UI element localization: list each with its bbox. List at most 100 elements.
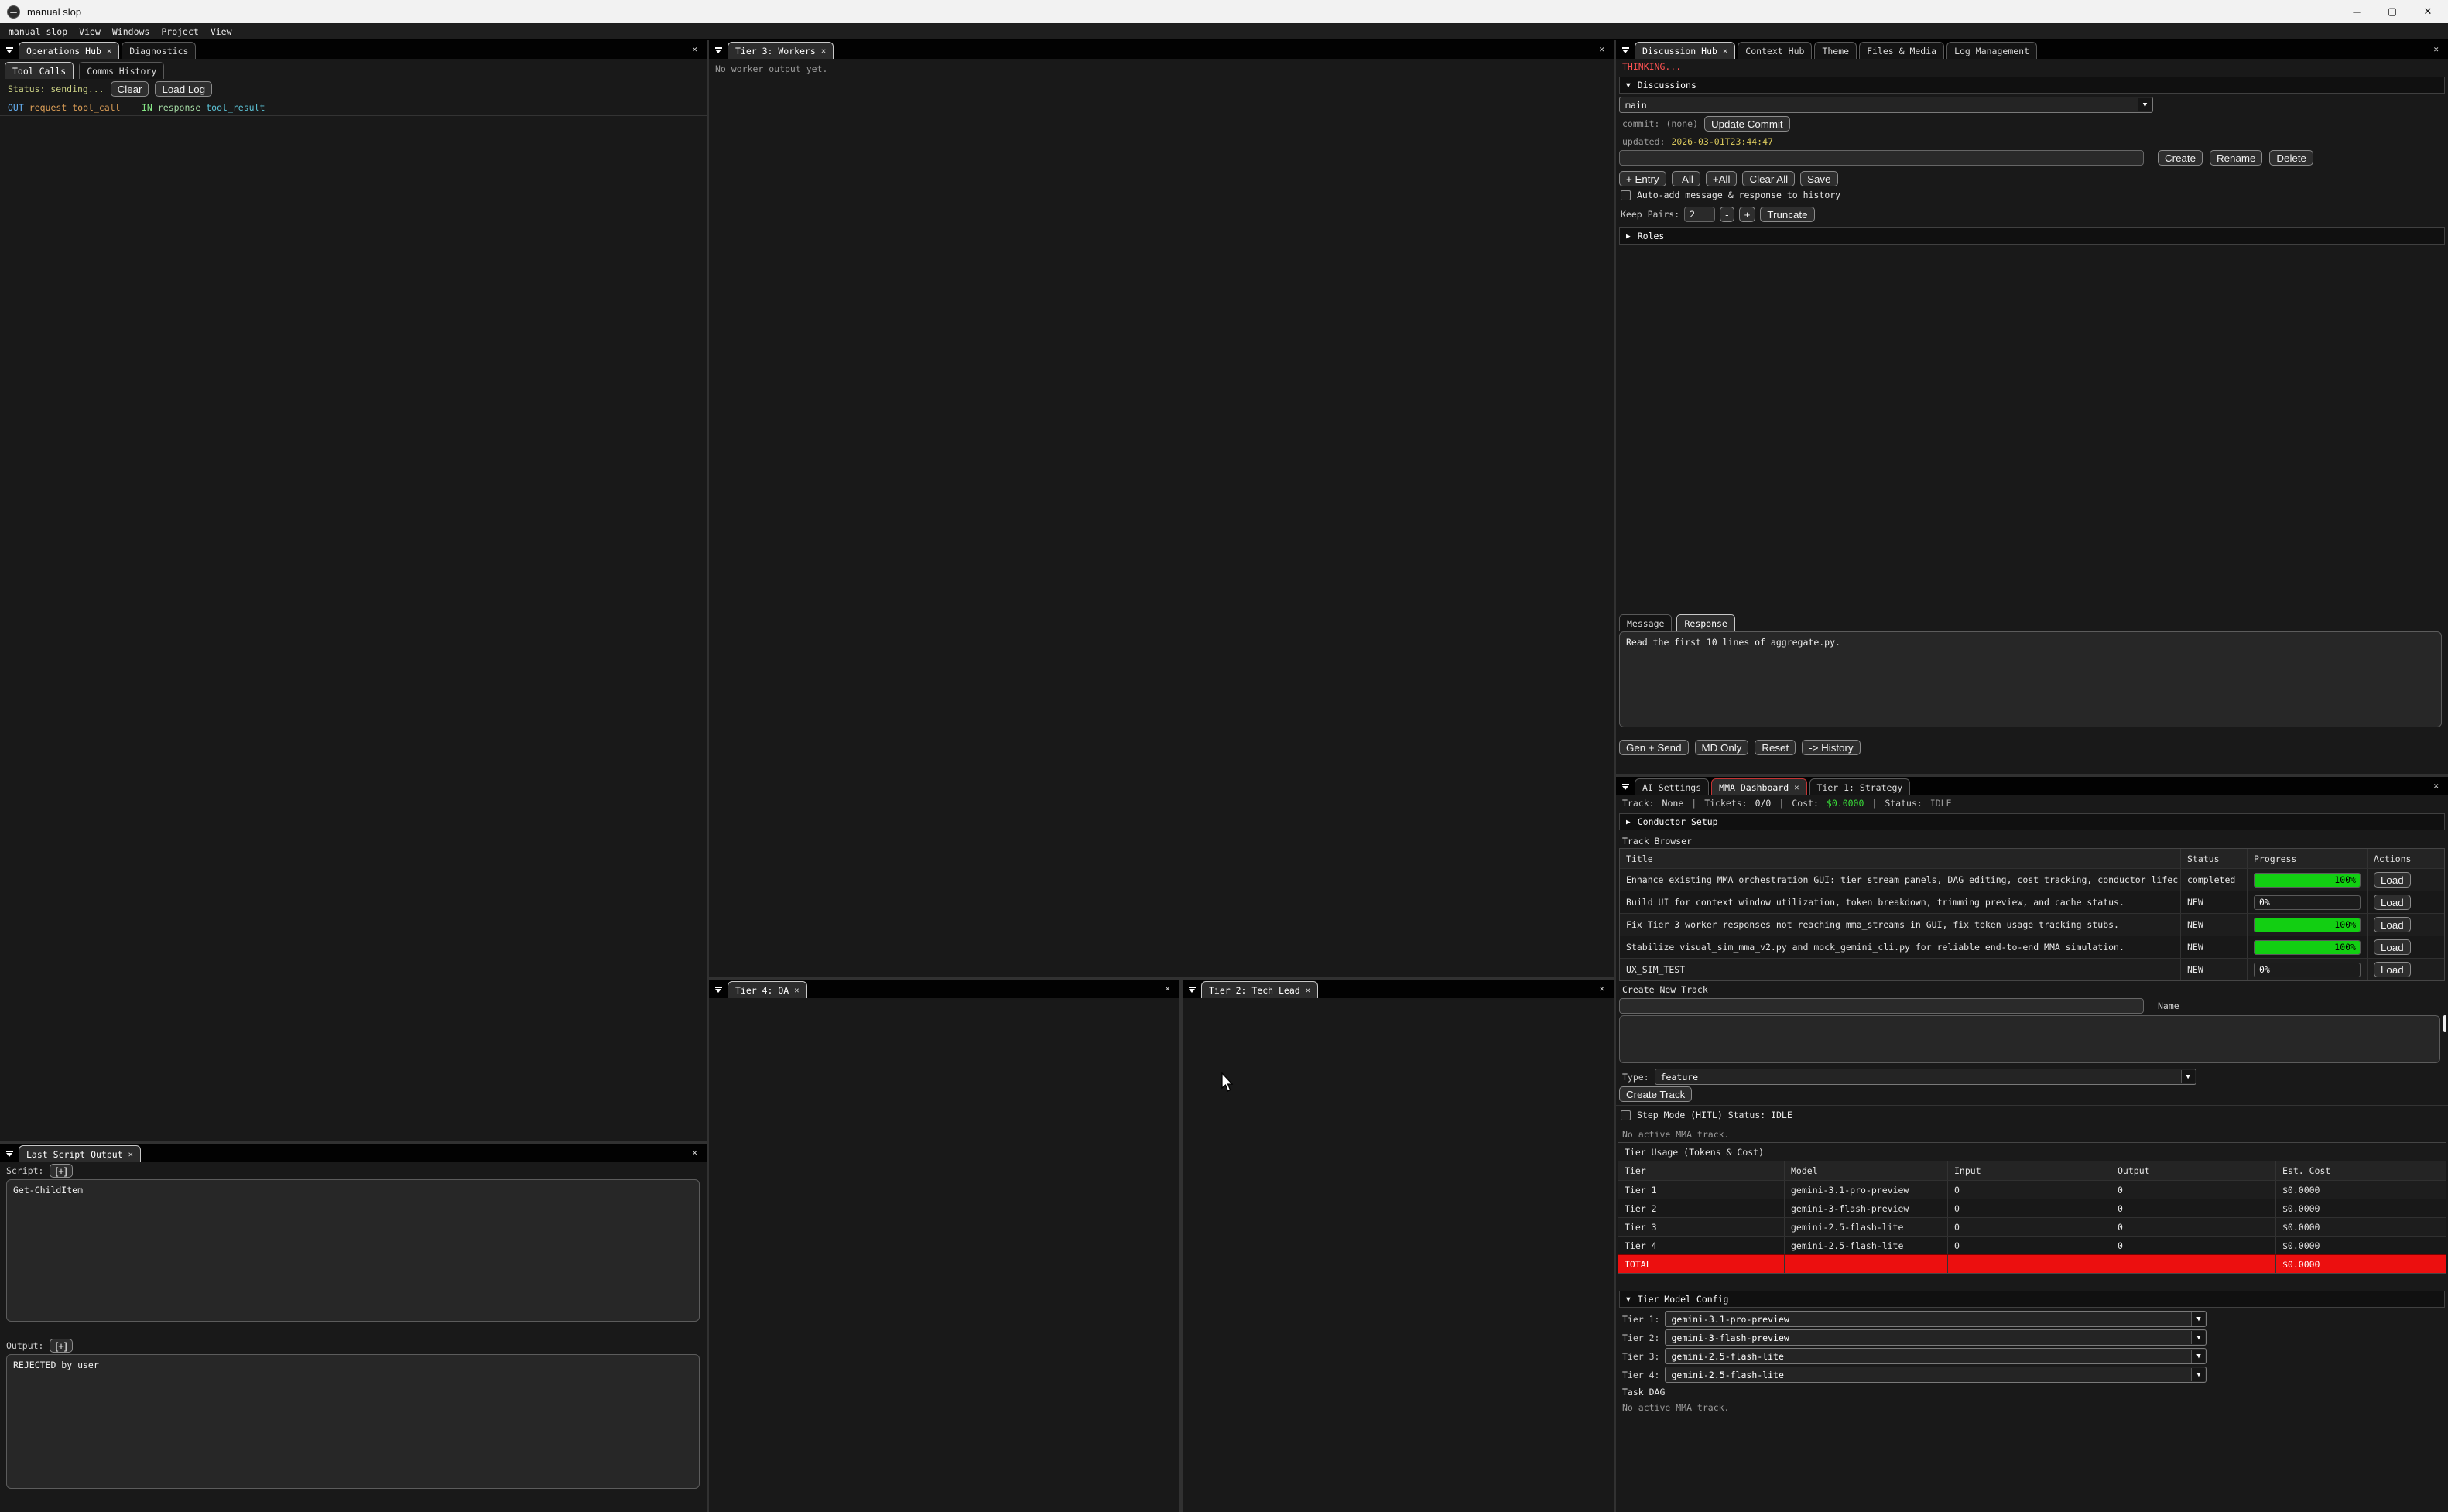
tab-context-hub[interactable]: Context Hub: [1738, 42, 1812, 59]
new-track-description-area[interactable]: [1619, 1015, 2440, 1063]
autoadd-checkbox[interactable]: [1621, 190, 1631, 200]
tab-close-icon[interactable]: ✕: [794, 986, 799, 995]
create-button[interactable]: Create: [2158, 150, 2203, 166]
dock-menu-icon[interactable]: [1619, 781, 1631, 793]
load-log-button[interactable]: Load Log: [155, 81, 212, 97]
qa-panel-close-icon[interactable]: ✕: [1165, 983, 1170, 994]
tab-close-icon[interactable]: ✕: [821, 46, 826, 56]
dock-menu-icon[interactable]: [3, 44, 15, 56]
maximize-button[interactable]: ▢: [2375, 0, 2409, 23]
tool-call-log-entry[interactable]: OUT request tool_call: [8, 102, 121, 113]
tier4-model-select[interactable]: gemini-2.5-flash-lite ▼: [1665, 1367, 2207, 1383]
update-commit-button[interactable]: Update Commit: [1704, 116, 1790, 132]
to-history-button[interactable]: -> History: [1802, 740, 1860, 755]
tab-last-script-output[interactable]: Last Script Output ✕: [19, 1145, 141, 1162]
tab-discussion-hub[interactable]: Discussion Hub ✕: [1635, 42, 1735, 59]
tab-operations-hub[interactable]: Operations Hub ✕: [19, 42, 119, 59]
dock-menu-icon[interactable]: [712, 44, 724, 56]
truncate-button[interactable]: Truncate: [1760, 207, 1814, 222]
mma-panel-close-icon[interactable]: ✕: [2433, 781, 2439, 791]
tab-close-icon[interactable]: ✕: [1794, 783, 1799, 792]
clear-all-button[interactable]: Clear All: [1742, 171, 1795, 186]
tab-close-icon[interactable]: ✕: [128, 1150, 133, 1159]
scrollbar-thumb[interactable]: [2443, 1015, 2446, 1032]
gen-send-button[interactable]: Gen + Send: [1619, 740, 1689, 755]
load-track-button[interactable]: Load: [2374, 872, 2411, 888]
table-row[interactable]: Fix Tier 3 worker responses not reaching…: [1620, 913, 2444, 936]
tab-tier1-strategy[interactable]: Tier 1: Strategy: [1809, 778, 1911, 795]
increment-button[interactable]: +: [1739, 207, 1756, 222]
discussion-panel-close-icon[interactable]: ✕: [2433, 44, 2439, 54]
tech-lead-panel-close-icon[interactable]: ✕: [1599, 983, 1604, 994]
menu-item-windows[interactable]: Windows: [112, 26, 149, 37]
operations-panel-close-icon[interactable]: ✕: [692, 44, 697, 54]
clear-button[interactable]: Clear: [111, 81, 149, 97]
conductor-setup-header[interactable]: ▶ Conductor Setup: [1619, 813, 2445, 830]
table-row[interactable]: Build UI for context window utilization,…: [1620, 891, 2444, 913]
save-button[interactable]: Save: [1800, 171, 1837, 186]
message-text-area[interactable]: Read the first 10 lines of aggregate.py.: [1619, 631, 2442, 727]
tab-log-management[interactable]: Log Management: [1946, 42, 2037, 59]
tab-ai-settings[interactable]: AI Settings: [1635, 778, 1709, 795]
dock-menu-icon[interactable]: [1186, 983, 1198, 996]
load-track-button[interactable]: Load: [2374, 895, 2411, 910]
script-expand-button[interactable]: [+]: [50, 1164, 72, 1178]
table-row[interactable]: UX_SIM_TEST NEW 0% Load: [1620, 958, 2444, 980]
tool-result-log-entry[interactable]: IN response tool_result: [142, 102, 265, 113]
track-type-select[interactable]: feature ▼: [1655, 1069, 2196, 1085]
keep-pairs-input[interactable]: [1684, 207, 1715, 222]
discussions-section-header[interactable]: ▼ Discussions: [1619, 77, 2445, 94]
tier2-model-select[interactable]: gemini-3-flash-preview ▼: [1665, 1329, 2207, 1346]
workers-panel-close-icon[interactable]: ✕: [1599, 44, 1604, 54]
rename-button[interactable]: Rename: [2210, 150, 2262, 166]
load-track-button[interactable]: Load: [2374, 939, 2411, 955]
minimize-button[interactable]: ─: [2340, 0, 2374, 23]
new-track-name-input[interactable]: [1619, 998, 2144, 1014]
table-row[interactable]: Enhance existing MMA orchestration GUI: …: [1620, 868, 2444, 891]
tab-tier4-qa[interactable]: Tier 4: QA ✕: [728, 981, 807, 998]
step-mode-checkbox[interactable]: [1621, 1110, 1631, 1120]
reset-button[interactable]: Reset: [1755, 740, 1796, 755]
script-output-panel-close-icon[interactable]: ✕: [692, 1148, 697, 1158]
load-track-button[interactable]: Load: [2374, 962, 2411, 977]
close-button[interactable]: ✕: [2411, 0, 2445, 23]
dock-menu-icon[interactable]: [3, 1148, 15, 1160]
output-expand-button[interactable]: [+]: [50, 1339, 72, 1353]
table-row[interactable]: Stabilize visual_sim_mma_v2.py and mock_…: [1620, 936, 2444, 958]
menu-item-view-2[interactable]: View: [211, 26, 232, 37]
tab-response[interactable]: Response: [1676, 614, 1734, 631]
tab-diagnostics[interactable]: Diagnostics: [122, 42, 196, 59]
menu-item-project[interactable]: Project: [161, 26, 198, 37]
remove-all-button[interactable]: -All: [1672, 171, 1700, 186]
discussion-name-input[interactable]: [1619, 150, 2144, 166]
menu-item-view[interactable]: View: [79, 26, 101, 37]
tab-close-icon[interactable]: ✕: [1306, 986, 1310, 995]
roles-section-header[interactable]: ▶ Roles: [1619, 227, 2445, 245]
tier1-model-select[interactable]: gemini-3.1-pro-preview ▼: [1665, 1311, 2207, 1327]
decrement-button[interactable]: -: [1720, 207, 1734, 222]
script-text-area[interactable]: Get-ChildItem: [6, 1179, 700, 1322]
tier3-model-select[interactable]: gemini-2.5-flash-lite ▼: [1665, 1348, 2207, 1364]
dock-menu-icon[interactable]: [712, 983, 724, 996]
tab-mma-dashboard[interactable]: MMA Dashboard ✕: [1711, 778, 1806, 795]
tier-model-config-header[interactable]: ▼ Tier Model Config: [1619, 1291, 2445, 1308]
tab-message[interactable]: Message: [1619, 614, 1672, 631]
tab-files-media[interactable]: Files & Media: [1859, 42, 1944, 59]
add-all-button[interactable]: +All: [1706, 171, 1738, 186]
tab-tier3-workers[interactable]: Tier 3: Workers ✕: [728, 42, 834, 59]
delete-button[interactable]: Delete: [2269, 150, 2313, 166]
discussion-select[interactable]: main ▼: [1619, 97, 2153, 113]
load-track-button[interactable]: Load: [2374, 917, 2411, 932]
tab-comms-history[interactable]: Comms History: [79, 62, 164, 79]
add-entry-button[interactable]: + Entry: [1619, 171, 1666, 186]
tab-close-icon[interactable]: ✕: [107, 46, 111, 56]
create-track-button[interactable]: Create Track: [1619, 1086, 1692, 1102]
dock-menu-icon[interactable]: [1619, 44, 1631, 56]
md-only-button[interactable]: MD Only: [1695, 740, 1749, 755]
menu-item-manual-slop[interactable]: manual slop: [9, 26, 67, 37]
tab-theme[interactable]: Theme: [1814, 42, 1857, 59]
output-text-area[interactable]: REJECTED by user: [6, 1354, 700, 1489]
tab-close-icon[interactable]: ✕: [1723, 46, 1727, 56]
tab-tier2-tech-lead[interactable]: Tier 2: Tech Lead ✕: [1201, 981, 1318, 998]
tab-tool-calls[interactable]: Tool Calls: [5, 62, 74, 79]
